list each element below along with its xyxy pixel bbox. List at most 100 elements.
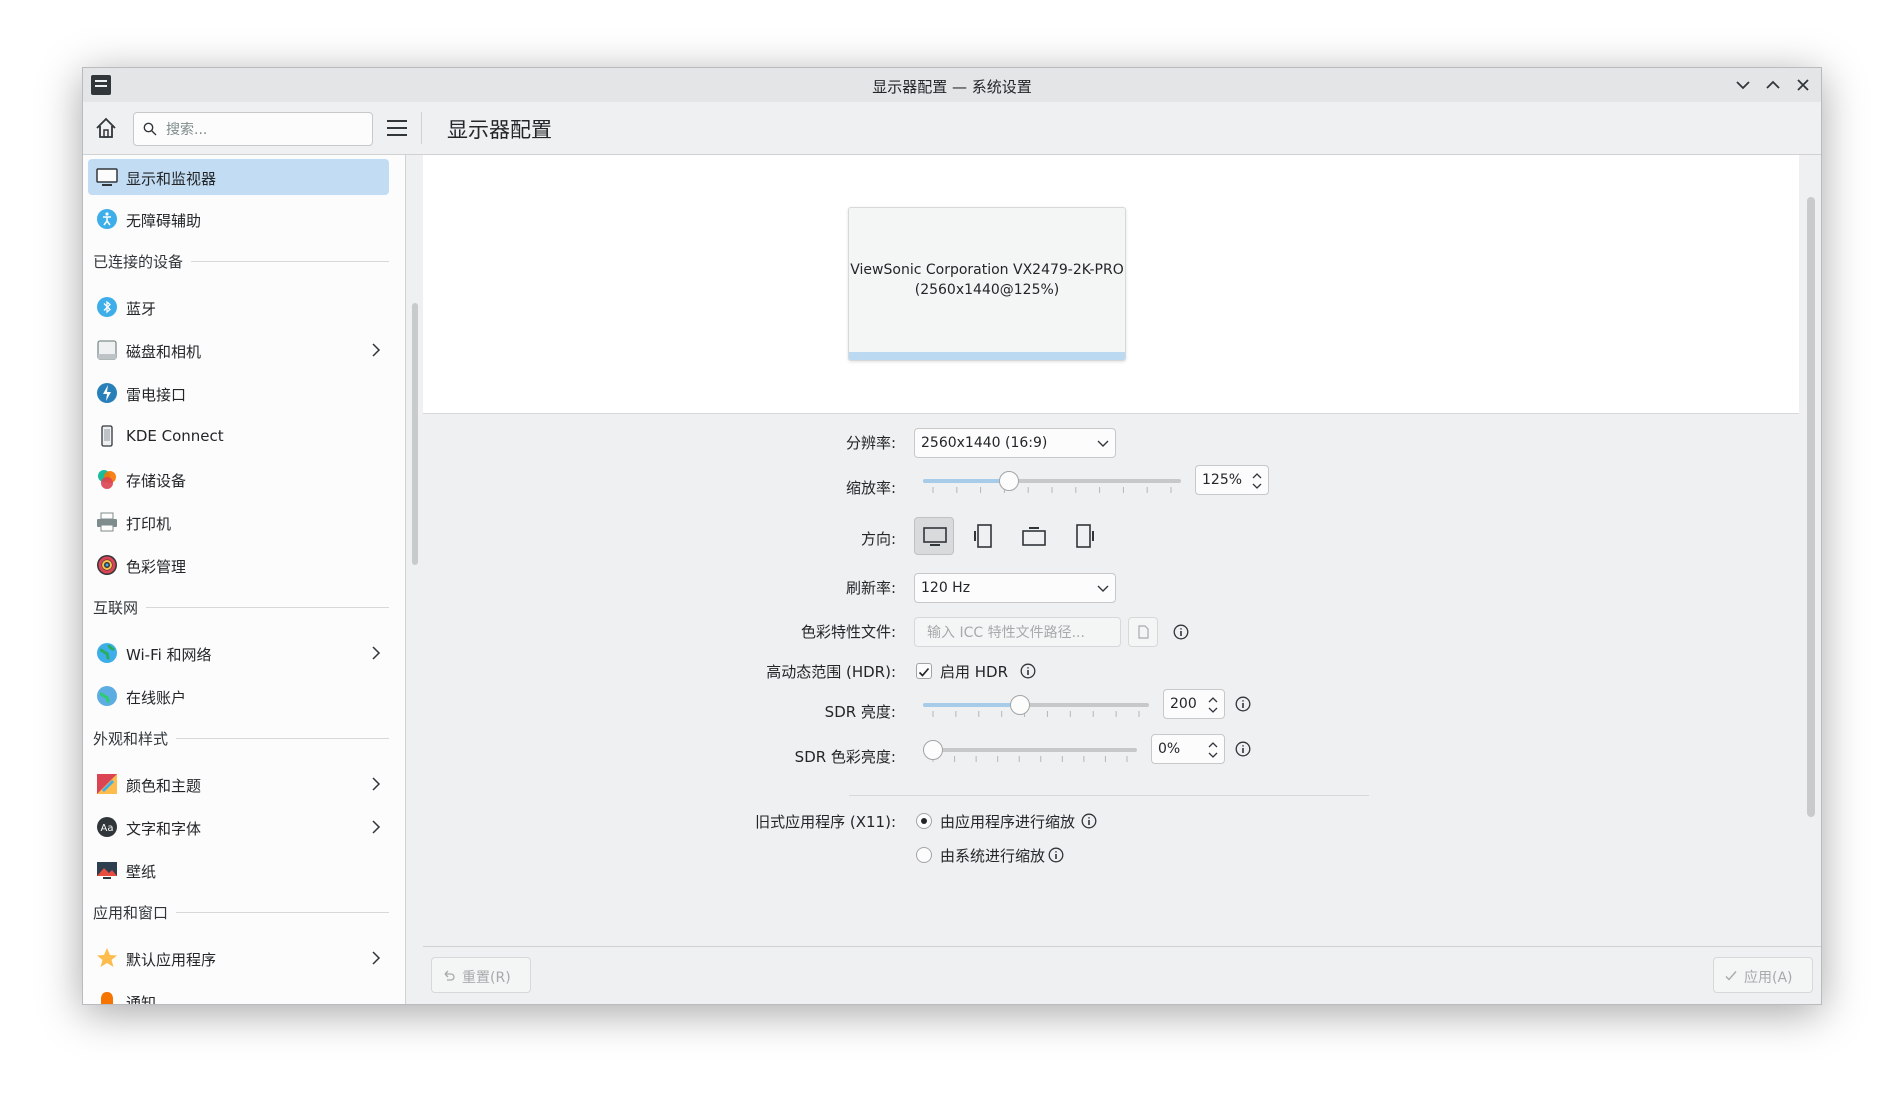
font-icon: Aa [97, 817, 117, 837]
sidebar-item-label: 无障碍辅助 [126, 212, 202, 230]
thunderbolt-icon [97, 383, 117, 403]
chevron-right-icon [372, 646, 381, 660]
orientation-inverted-button[interactable] [1014, 517, 1054, 555]
sdr-brightness-spinbox[interactable]: 200 [1163, 689, 1225, 719]
sidebar-item-label: 蓝牙 [126, 300, 157, 318]
section-label: 已连接的设备 [93, 251, 192, 272]
sidebar-item-thunderbolt[interactable]: 雷电接口 [88, 375, 389, 411]
section-label: 外观和样式 [93, 728, 177, 749]
settings-window: 显示器配置 — 系统设置 显示器配置 显示和监视器 [82, 67, 1822, 1005]
legacy-scale-by-system-label[interactable]: 由系统进行缩放 [940, 845, 1045, 866]
scale-spinbox[interactable]: 125% [1195, 465, 1269, 495]
monitor-output-card[interactable]: ViewSonic Corporation VX2479-2K-PRO (256… [848, 207, 1126, 361]
spin-arrows-icon[interactable] [1251, 470, 1263, 492]
sidebar-item-online-accounts[interactable]: 在线账户 [88, 678, 389, 714]
sidebar-item-label: 存储设备 [126, 472, 187, 490]
search-icon [143, 122, 157, 136]
sidebar-item-default-apps[interactable]: 默认应用程序 [88, 940, 389, 976]
sidebar-item-label: 颜色和主题 [126, 777, 202, 795]
spin-arrows-icon[interactable] [1207, 694, 1219, 716]
hamburger-menu-button[interactable] [385, 117, 409, 139]
search-box[interactable] [133, 112, 373, 146]
info-icon[interactable] [1235, 741, 1251, 757]
sidebar-item-bluetooth[interactable]: 蓝牙 [88, 289, 389, 325]
section-internet: 互联网 [93, 597, 389, 618]
color-wheel-icon [97, 555, 117, 575]
phone-icon [101, 425, 113, 447]
orientation-buttons [914, 517, 1124, 555]
hdr-checkbox[interactable] [916, 663, 932, 679]
sdr-color-label: SDR 色彩亮度: [794, 748, 896, 766]
sidebar-scrollbar[interactable] [412, 303, 418, 565]
monitor-selection-bar [849, 352, 1125, 360]
orientation-label: 方向: [860, 530, 896, 548]
resolution-combobox[interactable]: 2560x1440 (16:9) [914, 428, 1116, 458]
sidebar-item-text-fonts[interactable]: Aa 文字和字体 [88, 809, 389, 845]
bluetooth-icon [97, 297, 117, 317]
printer-icon [97, 512, 117, 532]
icc-profile-input[interactable] [925, 623, 1109, 643]
spin-arrows-icon[interactable] [1207, 739, 1219, 761]
close-icon [1797, 79, 1809, 91]
info-icon[interactable] [1020, 663, 1036, 679]
sidebar-item-printers[interactable]: 打印机 [88, 504, 389, 540]
maximize-button[interactable] [1761, 73, 1785, 97]
apply-button[interactable]: 应用(A) [1713, 957, 1813, 993]
form-separator [849, 795, 1369, 796]
sidebar-item-colors-themes[interactable]: 颜色和主题 [88, 766, 389, 802]
title-bar[interactable]: 显示器配置 — 系统设置 [83, 68, 1821, 103]
info-icon[interactable] [1235, 696, 1251, 712]
sidebar-item-wallpaper[interactable]: 壁纸 [88, 852, 389, 888]
sidebar-item-display[interactable]: 显示和监视器 [88, 159, 389, 195]
info-icon[interactable] [1173, 624, 1189, 640]
checkmark-icon [1725, 971, 1737, 981]
monitor-name: ViewSonic Corporation VX2479-2K-PRO [850, 262, 1124, 278]
monitor-preview-area: ViewSonic Corporation VX2479-2K-PRO (256… [423, 155, 1799, 414]
sdr-color-handle[interactable] [923, 740, 943, 760]
sidebar-item-label: 文字和字体 [126, 820, 202, 838]
sdr-brightness-handle[interactable] [1009, 695, 1030, 715]
svg-text:Aa: Aa [101, 823, 114, 834]
icc-browse-button[interactable] [1128, 617, 1158, 647]
sidebar-item-label: 默认应用程序 [126, 951, 217, 969]
sidebar-item-color-management[interactable]: 色彩管理 [88, 547, 389, 583]
chevron-right-icon [372, 343, 381, 357]
legacy-scale-by-apps-label[interactable]: 由应用程序进行缩放 [940, 811, 1075, 832]
sdr-brightness-slider[interactable] [923, 693, 1149, 717]
theme-icon [97, 774, 117, 794]
sidebar-item-notifications[interactable]: 通知 [88, 983, 389, 1004]
sidebar-item-wifi[interactable]: Wi-Fi 和网络 [88, 635, 389, 671]
legacy-apps-label: 旧式应用程序 (X11): [755, 813, 896, 831]
scale-slider[interactable] [923, 469, 1181, 493]
close-button[interactable] [1791, 73, 1815, 97]
sidebar-item-accessibility[interactable]: 无障碍辅助 [88, 201, 389, 237]
sdr-color-slider[interactable] [923, 738, 1137, 762]
sidebar-item-label: KDE Connect [126, 427, 224, 445]
search-input[interactable] [164, 119, 368, 141]
sidebar-item-label: 壁纸 [126, 863, 157, 881]
sdr-color-spinbox[interactable]: 0% [1151, 734, 1225, 764]
chevron-down-icon [1736, 81, 1750, 90]
reset-button[interactable]: 重置(R) [431, 957, 531, 993]
content-scrollbar[interactable] [1807, 197, 1815, 817]
info-icon[interactable] [1048, 847, 1064, 863]
hdr-checkbox-label[interactable]: 启用 HDR [940, 661, 1008, 682]
sidebar-item-storage[interactable]: 存储设备 [88, 461, 389, 497]
legacy-scale-by-apps-radio[interactable] [916, 813, 932, 829]
refresh-rate-label: 刷新率: [845, 579, 896, 597]
header-divider [421, 112, 422, 144]
minimize-button[interactable] [1731, 73, 1755, 97]
checkmark-icon [918, 667, 930, 677]
orientation-portrait-right-button[interactable] [1064, 517, 1104, 555]
legacy-scale-by-system-radio[interactable] [916, 847, 932, 863]
home-button[interactable] [93, 115, 119, 141]
sidebar-item-kde-connect[interactable]: KDE Connect [88, 418, 389, 454]
refresh-rate-combobox[interactable]: 120 Hz [914, 573, 1116, 603]
icc-profile-field[interactable] [914, 617, 1121, 647]
orientation-portrait-left-button[interactable] [964, 517, 1004, 555]
orientation-landscape-button[interactable] [914, 517, 954, 555]
sdr-brightness-label: SDR 亮度: [824, 703, 896, 721]
sidebar-item-disks-cameras[interactable]: 磁盘和相机 [88, 332, 389, 368]
info-icon[interactable] [1081, 813, 1097, 829]
globe-icon [97, 643, 117, 663]
